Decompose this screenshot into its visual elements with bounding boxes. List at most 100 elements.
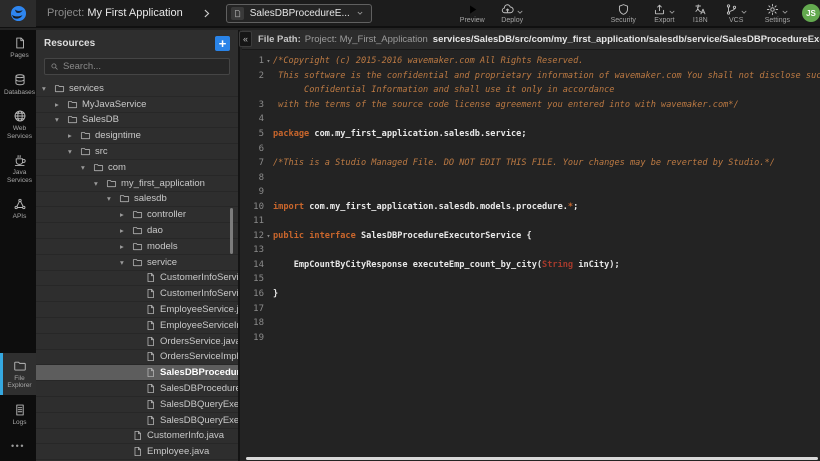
tree-expand-caret[interactable]: ▾ [81, 163, 93, 172]
line-number: 14 [242, 260, 264, 270]
tree-item-ordersservice-java[interactable]: OrdersService.java [36, 334, 238, 350]
wavemaker-logo[interactable] [0, 0, 36, 27]
tree-scrollbar-thumb[interactable] [230, 208, 233, 254]
tree-item-designtime[interactable]: ▸designtime [36, 128, 238, 144]
tree-item-employeeserviceimpl-java[interactable]: EmployeeServiceImpl.java [36, 318, 238, 334]
tree-item-salesdbqueryexecutorservice-java[interactable]: SalesDBQueryExecutorService.java [36, 397, 238, 413]
code-line[interactable]: 9 [242, 185, 820, 200]
resources-search [44, 58, 230, 75]
code-line[interactable]: 4 [242, 112, 820, 127]
more-button[interactable]: ••• [0, 433, 36, 461]
export-button[interactable]: Export [653, 3, 676, 24]
code-area[interactable]: 1▾/*Copyright (c) 2015-2016 wavemaker.co… [242, 50, 820, 345]
tree-expand-caret[interactable]: ▸ [120, 210, 132, 219]
tree-item-controller[interactable]: ▸controller [36, 207, 238, 223]
code-line[interactable]: 16} [242, 287, 820, 302]
security-button[interactable]: Security [611, 3, 636, 24]
code-line[interactable]: 11 [242, 214, 820, 229]
i18n-button[interactable]: I18N [693, 3, 708, 24]
caret-down-icon [781, 8, 789, 16]
tree-expand-caret[interactable]: ▸ [120, 226, 132, 235]
button-label: Deploy [501, 17, 523, 24]
settings-button[interactable]: Settings [765, 3, 790, 24]
tree-item-employee-java[interactable]: Employee.java [36, 444, 238, 460]
tree-item-salesdbprocedureexecutorserviceimpl-java[interactable]: SalesDBProcedureExecutorServiceImpl.java [36, 381, 238, 397]
sidebar-item-apis[interactable]: APIs [0, 191, 36, 226]
tree-item-customerinfo-java[interactable]: CustomerInfo.java [36, 429, 238, 445]
folder-icon [132, 241, 143, 252]
code-line[interactable]: 18 [242, 316, 820, 331]
vcs-button[interactable]: VCS [725, 3, 748, 24]
code-line[interactable]: 19 [242, 330, 820, 345]
code-line[interactable]: 8 [242, 170, 820, 185]
i18n-icon [694, 3, 707, 16]
sidebar-item-logs[interactable]: Logs [0, 397, 36, 432]
open-file-selector[interactable]: SalesDBProcedureE... [226, 4, 372, 23]
tree-item-com[interactable]: ▾com [36, 160, 238, 176]
preview-button[interactable]: Preview [460, 3, 485, 24]
tree-item-services[interactable]: ▾services [36, 81, 238, 97]
wavemaker-studio-window: Project: My First Application SalesDBPro… [0, 0, 820, 461]
line-number: 15 [242, 274, 264, 284]
tree-item-ordersserviceimpl-java[interactable]: OrdersServiceImpl.java [36, 350, 238, 366]
tree-expand-caret[interactable]: ▾ [94, 179, 106, 188]
code-line[interactable]: 15 [242, 272, 820, 287]
deploy-button[interactable]: Deploy [501, 3, 524, 24]
file-icon [145, 304, 156, 315]
code-line[interactable]: 13 [242, 243, 820, 258]
code-line[interactable]: 6 [242, 141, 820, 156]
sidebar-item-java-services[interactable]: Java Services [0, 147, 36, 189]
tree-item-label: OrdersServiceImpl.java [160, 351, 238, 362]
tree-expand-caret[interactable]: ▾ [68, 147, 80, 156]
tree-item-models[interactable]: ▸models [36, 239, 238, 255]
sidebar-item-web-services[interactable]: Web Services [0, 103, 36, 145]
tree-item-customerinfoservice-java[interactable]: CustomerInfoService.java [36, 271, 238, 287]
fold-marker-icon[interactable]: ▾ [264, 232, 273, 240]
line-number: 1 [242, 56, 264, 66]
code-line[interactable]: 14 EmpCountByCityResponse executeEmp_cou… [242, 258, 820, 273]
sidebar-item-databases[interactable]: Databases [0, 67, 36, 102]
tree-item-employeeservice-java[interactable]: EmployeeService.java [36, 302, 238, 318]
code-line[interactable]: 3 with the terms of the source code lice… [242, 98, 820, 113]
code-line[interactable]: 10import com.my_first_application.salesd… [242, 199, 820, 214]
tree-item-src[interactable]: ▾src [36, 144, 238, 160]
fold-marker-icon[interactable]: ▾ [264, 57, 273, 65]
tree-item-service[interactable]: ▾service [36, 255, 238, 271]
line-number: 9 [242, 187, 264, 197]
code-text: EmpCountByCityResponse executeEmp_count_… [273, 260, 620, 270]
tree-item-salesdbqueryexecutorserviceimpl-java[interactable]: SalesDBQueryExecutorServiceImpl.java [36, 413, 238, 429]
line-number: 7 [242, 158, 264, 168]
code-line[interactable]: 5package com.my_first_application.salesd… [242, 127, 820, 142]
sidebar-item-file-explorer[interactable]: File Explorer [0, 353, 36, 395]
collapse-panel-button[interactable]: « [239, 31, 252, 47]
code-line[interactable]: 7/*This is a Studio Managed File. DO NOT… [242, 156, 820, 171]
sidebar-item-pages[interactable]: Pages [0, 30, 36, 65]
editor-horizontal-scrollbar[interactable] [246, 457, 818, 460]
code-line[interactable]: Confidential Information and shall use i… [242, 83, 820, 98]
tree-expand-caret[interactable]: ▾ [120, 258, 132, 267]
tree-expand-caret[interactable]: ▸ [55, 100, 67, 109]
search-input[interactable] [63, 61, 224, 72]
code-line[interactable]: 17 [242, 301, 820, 316]
tree-item-dao[interactable]: ▸dao [36, 223, 238, 239]
code-line[interactable]: 2 This software is the confidential and … [242, 69, 820, 84]
tree-expand-caret[interactable]: ▸ [68, 131, 80, 140]
user-avatar[interactable]: JS [802, 4, 820, 22]
tree-item-myjavaservice[interactable]: ▸MyJavaService [36, 97, 238, 113]
add-resource-button[interactable]: + [215, 36, 230, 51]
code-line[interactable]: 12▾public interface SalesDBProcedureExec… [242, 229, 820, 244]
tree-item-salesdb[interactable]: ▾SalesDB [36, 113, 238, 129]
file-icon [145, 288, 156, 299]
tree-expand-caret[interactable]: ▾ [42, 84, 54, 93]
file-icon [145, 415, 156, 426]
tree-item-label: OrdersService.java [160, 336, 238, 347]
code-text: with the terms of the source code licens… [273, 100, 739, 110]
tree-item-customerinfoserviceimpl-java[interactable]: CustomerInfoServiceImpl.java [36, 286, 238, 302]
tree-item-my-first-application[interactable]: ▾my_first_application [36, 176, 238, 192]
tree-expand-caret[interactable]: ▸ [120, 242, 132, 251]
tree-item-salesdb[interactable]: ▾salesdb [36, 192, 238, 208]
tree-expand-caret[interactable]: ▾ [107, 194, 119, 203]
tree-item-salesdbprocedureexecutorservice-java[interactable]: SalesDBProcedureExecutorService.java [36, 365, 238, 381]
tree-expand-caret[interactable]: ▾ [55, 115, 67, 124]
code-line[interactable]: 1▾/*Copyright (c) 2015-2016 wavemaker.co… [242, 54, 820, 69]
